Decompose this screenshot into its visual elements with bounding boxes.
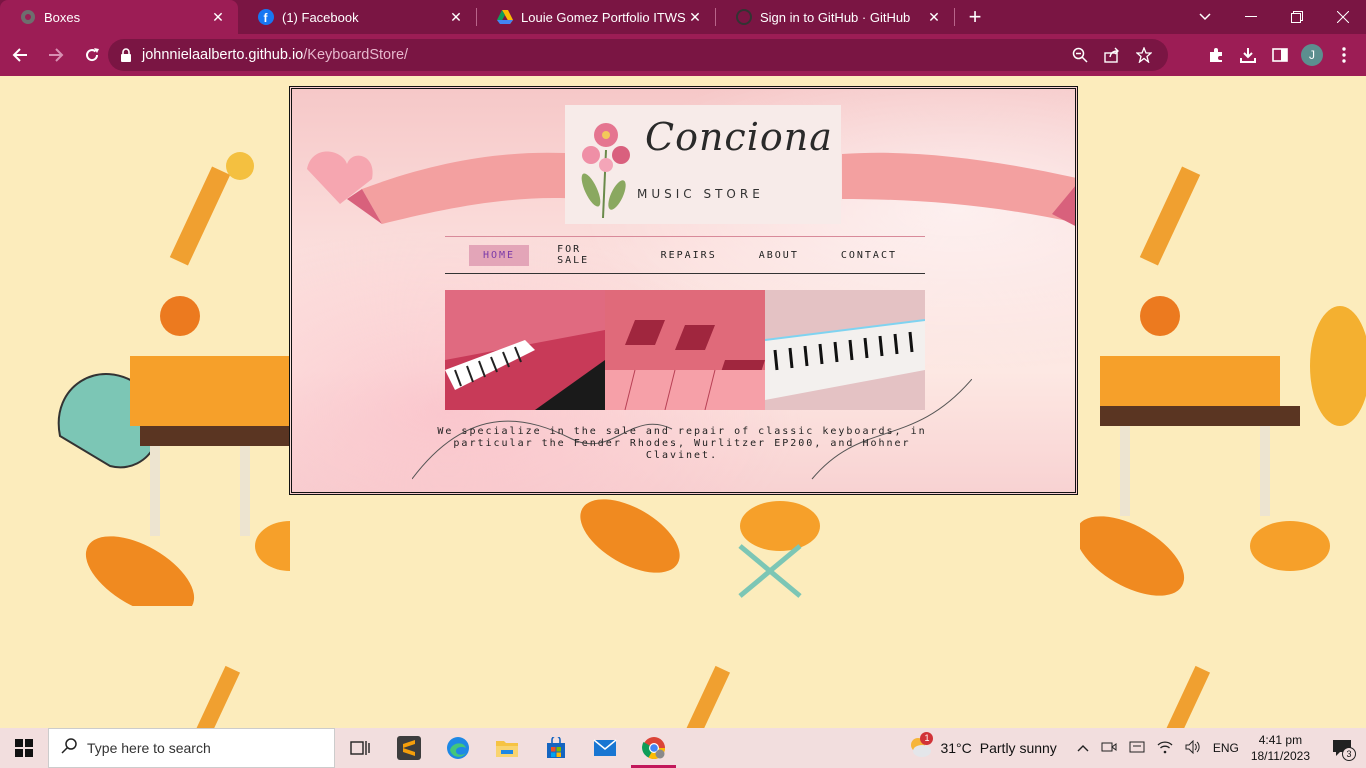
- github-icon: [736, 9, 752, 25]
- weather-widget[interactable]: 1 31°C Partly sunny: [908, 731, 1057, 761]
- file-explorer-icon[interactable]: [482, 728, 531, 768]
- chrome-icon[interactable]: [629, 728, 678, 768]
- google-drive-icon: [497, 9, 513, 25]
- tab-facebook[interactable]: f (1) Facebook ✕: [238, 0, 476, 34]
- share-icon[interactable]: [1096, 47, 1128, 63]
- extensions-area: J: [1200, 39, 1360, 71]
- weather-condition: Partly sunny: [979, 740, 1057, 756]
- address-bar-actions: [1064, 39, 1160, 71]
- tab-title: Louie Gomez Portfolio ITWS.zip: [521, 9, 687, 25]
- profile-initial: J: [1301, 44, 1323, 66]
- close-icon[interactable]: ✕: [448, 9, 464, 25]
- microsoft-store-icon[interactable]: [531, 728, 580, 768]
- tab-strip: Boxes ✕ f (1) Facebook ✕ Louie Gomez Por…: [0, 0, 1366, 34]
- nav-home[interactable]: HOME: [469, 244, 530, 266]
- windows-start-icon[interactable]: [0, 728, 48, 768]
- search-icon: [61, 737, 77, 759]
- restore-icon[interactable]: [1274, 0, 1320, 34]
- tab-title: Boxes: [44, 9, 81, 25]
- language-indicator[interactable]: ENG: [1213, 741, 1239, 755]
- meet-now-icon[interactable]: [1101, 739, 1117, 758]
- zoom-icon[interactable]: [1064, 47, 1096, 63]
- site-container: Conciona MUSIC STORE HOME FOR SALE REPAI…: [289, 86, 1078, 495]
- nav-for-sale[interactable]: FOR SALE: [543, 239, 632, 271]
- tab-github[interactable]: Sign in to GitHub · GitHub ✕: [716, 0, 954, 34]
- url-text: johnnielaalberto.github.io/KeyboardStore…: [142, 47, 408, 63]
- weather-temperature: 31°C: [940, 740, 972, 756]
- edge-browser-icon[interactable]: [433, 728, 482, 768]
- windows-taskbar: Type here to search 1 31°C Partly sunny: [0, 728, 1366, 768]
- extensions-puzzle-icon[interactable]: [1200, 47, 1232, 63]
- tab-drive[interactable]: Louie Gomez Portfolio ITWS.zip ✕: [477, 0, 715, 34]
- reload-icon[interactable]: [76, 39, 108, 71]
- system-tray: 1 31°C Partly sunny ENG 4:41 pm 18/11/20…: [908, 728, 1366, 768]
- side-panel-icon[interactable]: [1264, 47, 1296, 63]
- url-host: johnnielaalberto.github.io: [142, 47, 304, 63]
- minimize-icon[interactable]: [1228, 0, 1274, 34]
- notification-center-icon[interactable]: 3: [1324, 739, 1360, 761]
- profile-avatar[interactable]: J: [1296, 44, 1328, 66]
- logo-subtitle: MUSIC STORE: [637, 187, 764, 201]
- chevron-up-icon[interactable]: [1077, 741, 1089, 755]
- weather-partly-sunny-icon: 1: [908, 731, 934, 761]
- new-tab-button[interactable]: +: [959, 0, 991, 34]
- download-icon[interactable]: [1232, 47, 1264, 63]
- store-tagline: We specialize in the sale and repair of …: [437, 426, 927, 461]
- search-placeholder: Type here to search: [87, 740, 211, 756]
- orchid-flower-icon: [581, 122, 630, 218]
- nav-contact[interactable]: CONTACT: [827, 245, 911, 266]
- tab-title: (1) Facebook: [282, 9, 359, 25]
- background-instruments-right-illustration: [1080, 166, 1366, 596]
- logo-script-text: Conciona: [645, 115, 833, 159]
- address-bar[interactable]: johnnielaalberto.github.io/KeyboardStore…: [108, 39, 1168, 71]
- store-logo[interactable]: Conciona MUSIC STORE: [565, 105, 841, 224]
- window-controls: [1228, 0, 1366, 34]
- browser-toolbar: johnnielaalberto.github.io/KeyboardStore…: [0, 34, 1366, 76]
- taskbar-search-input[interactable]: Type here to search: [48, 728, 335, 768]
- notification-count: 3: [1342, 747, 1356, 761]
- background-instruments-center-illustration: [580, 499, 820, 598]
- web-page: Conciona MUSIC STORE HOME FOR SALE REPAI…: [0, 76, 1366, 728]
- close-icon[interactable]: ✕: [926, 9, 942, 25]
- nav-repairs[interactable]: REPAIRS: [647, 245, 731, 266]
- input-method-icon[interactable]: [1129, 739, 1145, 758]
- tab-title: Sign in to GitHub · GitHub: [760, 9, 911, 25]
- sublime-text-icon[interactable]: [384, 728, 433, 768]
- wifi-icon[interactable]: [1157, 740, 1173, 757]
- forward-arrow-icon[interactable]: [40, 39, 72, 71]
- close-icon[interactable]: ✕: [210, 9, 226, 25]
- taskbar-clock[interactable]: 4:41 pm 18/11/2023: [1251, 732, 1310, 764]
- task-view-icon[interactable]: [335, 728, 384, 768]
- back-arrow-icon[interactable]: [4, 39, 36, 71]
- clock-time: 4:41 pm: [1258, 733, 1303, 747]
- bookmark-star-icon[interactable]: [1128, 47, 1160, 63]
- tab-divider: [954, 8, 955, 26]
- weather-badge: 1: [920, 731, 934, 745]
- tab-search-icon[interactable]: [1194, 6, 1216, 28]
- close-icon[interactable]: ✕: [687, 9, 703, 25]
- background-trumpets-bottom-illustration: [195, 665, 1211, 728]
- menu-kebab-icon[interactable]: [1328, 47, 1360, 63]
- site-nav: HOME FOR SALE REPAIRS ABOUT CONTACT: [445, 236, 925, 274]
- clock-date: 18/11/2023: [1250, 749, 1310, 763]
- lock-icon[interactable]: [120, 48, 134, 62]
- nav-about[interactable]: ABOUT: [745, 245, 813, 266]
- url-path: /KeyboardStore/: [303, 47, 409, 63]
- volume-icon[interactable]: [1185, 739, 1201, 757]
- tab-boxes[interactable]: Boxes ✕: [0, 0, 238, 34]
- facebook-icon: f: [258, 9, 274, 25]
- globe-icon: [20, 9, 36, 25]
- background-instruments-left-illustration: [57, 152, 290, 606]
- mail-icon[interactable]: [580, 728, 629, 768]
- window-close-icon[interactable]: [1320, 0, 1366, 34]
